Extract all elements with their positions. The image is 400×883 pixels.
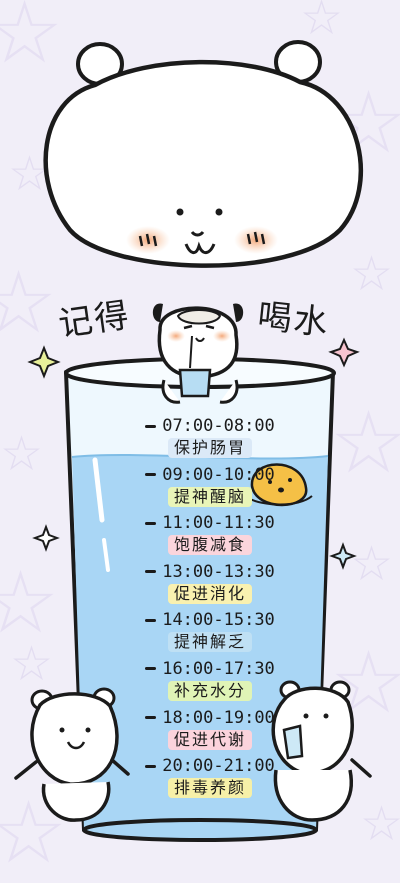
title-left: 记得 bbox=[56, 295, 133, 345]
schedule-time: 20:00-21:00 bbox=[110, 754, 310, 778]
title-right: 喝水 bbox=[255, 296, 332, 344]
schedule-time: 14:00-15:30 bbox=[110, 608, 310, 632]
schedule-entry: 07:00-08:00 保护肠胃 bbox=[110, 414, 310, 463]
time-text: 16:00-17:30 bbox=[162, 658, 275, 679]
dash-icon bbox=[145, 716, 157, 720]
schedule-benefit: 提神解乏 bbox=[167, 632, 252, 653]
water-schedule: 07:00-08:00 保护肠胃 09:00-10:00 提神醒脑 11:00-11:3… bbox=[110, 414, 310, 803]
schedule-time: 18:00-19:00 bbox=[110, 706, 310, 730]
time-text: 07:00-08:00 bbox=[162, 416, 275, 436]
time-text: 09:00-10:00 bbox=[162, 464, 275, 485]
schedule-time: 16:00-17:30 bbox=[110, 657, 310, 681]
time-text: 20:00-21:00 bbox=[162, 756, 275, 777]
schedule-entry: 13:00-13:30 促进消化 bbox=[110, 560, 310, 609]
schedule-time: 09:00-10:00 bbox=[110, 463, 310, 487]
dash-icon bbox=[145, 521, 157, 525]
schedule-benefit: 保护肠胃 bbox=[167, 438, 252, 458]
schedule-time: 07:00-08:00 bbox=[110, 414, 310, 438]
schedule-benefit: 提神醒脑 bbox=[167, 486, 252, 507]
dash-icon bbox=[145, 618, 157, 622]
schedule-benefit: 促进消化 bbox=[167, 583, 252, 604]
time-text: 18:00-19:00 bbox=[162, 707, 275, 728]
schedule-benefit: 饱腹减食 bbox=[167, 535, 252, 556]
schedule-entry: 09:00-10:00 提神醒脑 bbox=[110, 463, 310, 512]
schedule-benefit: 促进代谢 bbox=[167, 729, 252, 750]
dash-icon bbox=[145, 424, 157, 428]
schedule-entry: 11:00-11:30 饱腹减食 bbox=[110, 511, 310, 560]
schedule-entry: 16:00-17:30 补充水分 bbox=[110, 657, 310, 706]
schedule-benefit: 排毒养颜 bbox=[167, 778, 252, 799]
dash-icon bbox=[145, 667, 157, 671]
schedule-entry: 14:00-15:30 提神解乏 bbox=[110, 608, 310, 657]
schedule-entry: 20:00-21:00 排毒养颜 bbox=[110, 754, 310, 803]
bear-face-icon bbox=[43, 40, 363, 268]
schedule-time: 11:00-11:30 bbox=[110, 511, 310, 535]
schedule-entry: 18:00-19:00 促进代谢 bbox=[110, 706, 310, 755]
schedule-benefit: 补充水分 bbox=[167, 680, 252, 701]
dash-icon bbox=[145, 764, 157, 768]
time-text: 11:00-11:30 bbox=[162, 513, 275, 534]
time-text: 13:00-13:30 bbox=[162, 561, 275, 582]
schedule-time: 13:00-13:30 bbox=[110, 560, 310, 584]
time-text: 14:00-15:30 bbox=[162, 610, 275, 631]
dash-icon bbox=[145, 473, 157, 477]
dash-icon bbox=[145, 570, 157, 574]
